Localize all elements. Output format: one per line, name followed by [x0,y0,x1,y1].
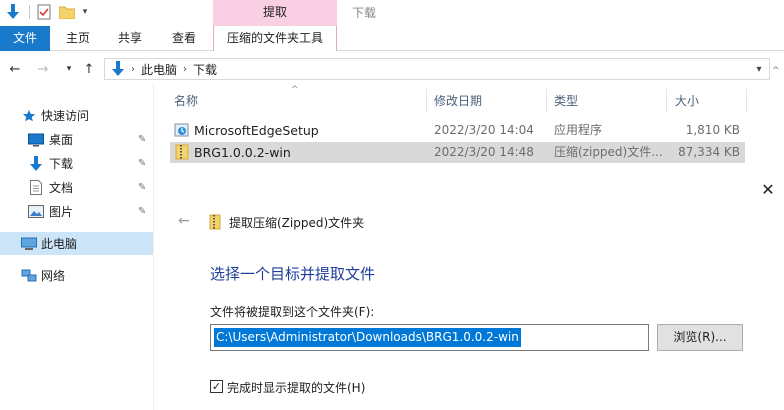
navigation-pane: 快速访问 桌面 ✎ 下载 ✎ 文档 ✎ 图片 ✎ 此电脑 网络 [0,95,153,410]
tab-file[interactable]: 文件 [0,26,50,51]
column-divider[interactable] [426,89,427,113]
download-icon [28,155,44,172]
file-row[interactable]: MicrosoftEdgeSetup 2022/3/20 14:04 应用程序 … [170,120,745,141]
column-header-date[interactable]: 修改日期 [434,89,544,113]
destination-path-input[interactable]: C:\Users\Administrator\Downloads\BRG1.0.… [210,324,649,351]
sidebar-item-pictures[interactable]: 图片 ✎ [0,200,153,223]
address-dropdown-icon[interactable]: ▾ [750,59,768,79]
sidebar-item-label: 快速访问 [41,109,90,123]
back-icon[interactable]: ← [178,213,190,229]
pin-icon[interactable]: ✎ [138,182,146,193]
location-download-icon [111,61,125,77]
sidebar-item-label: 网络 [41,269,66,283]
recent-locations-icon[interactable]: ▾ [60,59,78,79]
zip-folder-icon [209,214,221,230]
wizard-heading: 选择一个目标并提取文件 [210,265,376,283]
browse-button[interactable]: 浏览(R)... [657,324,743,351]
breadcrumb-this-pc[interactable]: 此电脑 [141,61,177,78]
destination-path-value: C:\Users\Administrator\Downloads\BRG1.0.… [214,328,521,347]
sidebar-item-network[interactable]: 网络 [0,264,153,287]
computer-icon [21,236,37,252]
scroll-up-icon[interactable]: ^ [772,66,780,76]
address-bar[interactable]: › 此电脑 › 下载 [104,58,770,80]
picture-icon [28,204,44,220]
chevron-right-icon[interactable]: › [183,64,187,75]
column-header-size[interactable]: 大小 [675,89,745,113]
toolbar-divider [29,5,30,19]
destination-label: 文件将被提取到这个文件夹(F): [210,305,375,319]
extract-wizard [154,176,784,410]
wizard-title: 提取压缩(Zipped)文件夹 [229,216,365,230]
sidebar-item-label: 图片 [49,205,74,219]
chevron-right-icon[interactable]: › [131,64,135,75]
sidebar-item-label: 下载 [49,157,74,171]
file-size: 87,334 KB [678,145,740,159]
ribbon-tabs: 文件 主页 共享 查看 压缩的文件夹工具 [0,26,784,51]
sidebar-item-label: 文档 [49,181,74,195]
file-name: BRG1.0.0.2-win [194,145,291,160]
new-folder-icon[interactable] [59,3,75,21]
column-divider[interactable] [546,89,547,113]
sidebar-item-quick-access[interactable]: 快速访问 [0,104,153,127]
title-bar: ▾ 提取 下载 [0,0,784,26]
sidebar-item-downloads[interactable]: 下载 ✎ [0,152,153,175]
back-icon[interactable]: ← [6,59,24,79]
pin-icon[interactable]: ✎ [138,158,146,169]
column-header-type[interactable]: 类型 [554,89,664,113]
window-title: 下载 [352,6,377,20]
properties-icon[interactable] [36,3,52,21]
download-arrow-icon[interactable] [4,3,22,21]
tab-home[interactable]: 主页 [56,26,100,51]
show-extracted-checkbox[interactable]: ✓ [210,380,223,393]
sidebar-item-label: 此电脑 [41,237,78,251]
pin-icon[interactable]: ✎ [138,206,146,217]
file-date: 2022/3/20 14:04 [434,123,534,137]
pin-icon[interactable]: ✎ [138,134,146,145]
tab-view[interactable]: 查看 [162,26,206,51]
column-divider[interactable] [666,89,667,113]
forward-icon[interactable]: → [34,59,52,79]
file-name: MicrosoftEdgeSetup [194,123,319,138]
file-type: 应用程序 [554,123,603,137]
sidebar-item-label: 桌面 [49,133,74,147]
installer-icon [174,122,190,138]
network-icon [21,268,37,284]
breadcrumb-downloads[interactable]: 下载 [193,61,217,78]
sidebar-item-desktop[interactable]: 桌面 ✎ [0,128,153,151]
tab-compressed-folder-tools[interactable]: 压缩的文件夹工具 [213,26,337,51]
sidebar-item-documents[interactable]: 文档 ✎ [0,176,153,199]
sidebar-item-this-pc[interactable]: 此电脑 [0,232,153,255]
desktop-icon [28,132,44,148]
navigation-bar: ← → ▾ ↑ › 此电脑 › 下载 ▾ [0,55,784,83]
file-row-selected[interactable]: BRG1.0.0.2-win 2022/3/20 14:48 压缩(zipped… [170,142,745,163]
up-icon[interactable]: ↑ [80,59,98,79]
document-icon [28,180,44,196]
zip-folder-icon [174,144,190,160]
context-group-label: 提取 [213,0,337,26]
file-size: 1,810 KB [685,123,740,137]
show-extracted-label[interactable]: 完成时显示提取的文件(H) [227,379,365,396]
tab-share[interactable]: 共享 [108,26,152,51]
column-divider[interactable] [746,89,747,113]
star-icon [21,108,37,124]
customize-toolbar-icon[interactable]: ▾ [79,3,91,21]
file-type: 压缩(zipped)文件... [554,145,662,159]
file-date: 2022/3/20 14:48 [434,145,534,159]
close-icon[interactable]: ✕ [760,182,776,198]
column-header-name[interactable]: 名称 [174,89,424,113]
